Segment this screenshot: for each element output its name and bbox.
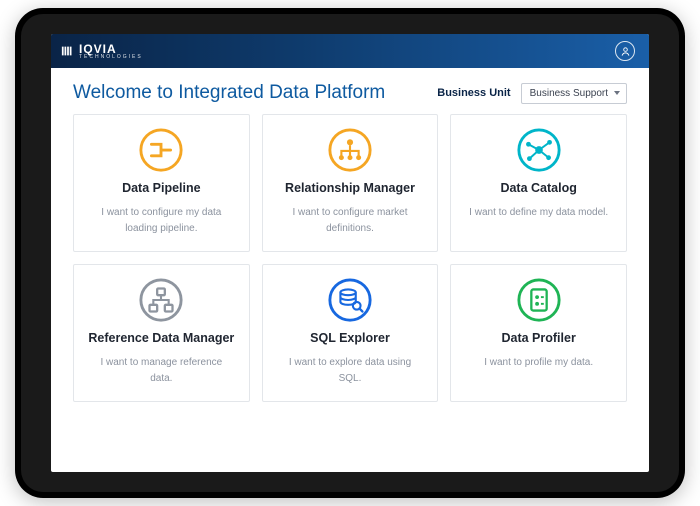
- card-desc: I want to manage reference data.: [84, 355, 239, 387]
- business-unit-select[interactable]: Business Support: [521, 83, 627, 104]
- card-title: SQL Explorer: [273, 331, 428, 345]
- card-title: Data Catalog: [461, 181, 616, 195]
- business-unit-label: Business Unit: [437, 87, 510, 99]
- business-unit-group: Business Unit Business Support: [437, 83, 627, 104]
- profiler-icon: [516, 277, 562, 323]
- pipeline-icon: [138, 127, 184, 173]
- card-desc: I want to explore data using SQL.: [273, 355, 428, 387]
- card-reference-data-manager[interactable]: Reference Data Manager I want to manage …: [73, 264, 250, 402]
- card-data-pipeline[interactable]: Data Pipeline I want to configure my dat…: [73, 114, 250, 252]
- sql-icon: [327, 277, 373, 323]
- card-desc: I want to profile my data.: [461, 355, 616, 371]
- org-icon: [327, 127, 373, 173]
- topbar: IQVIA TECHNOLOGIES: [51, 34, 649, 68]
- card-desc: I want to configure market definitions.: [273, 205, 428, 237]
- card-data-profiler[interactable]: Data Profiler I want to profile my data.: [450, 264, 627, 402]
- card-title: Relationship Manager: [273, 181, 428, 195]
- user-icon: [620, 46, 631, 57]
- hierarchy-icon: [138, 277, 184, 323]
- user-avatar[interactable]: [615, 41, 635, 61]
- brand-icon: [61, 44, 75, 58]
- tablet-bezel: IQVIA TECHNOLOGIES Welcome to Integrated…: [21, 14, 679, 492]
- card-title: Data Profiler: [461, 331, 616, 345]
- business-unit-selected: Business Support: [530, 88, 608, 99]
- network-icon: [516, 127, 562, 173]
- content: Welcome to Integrated Data Platform Busi…: [51, 68, 649, 472]
- tablet-frame: IQVIA TECHNOLOGIES Welcome to Integrated…: [15, 8, 685, 498]
- card-desc: I want to configure my data loading pipe…: [84, 205, 239, 237]
- card-title: Reference Data Manager: [84, 331, 239, 345]
- card-desc: I want to define my data model.: [461, 205, 616, 221]
- brand: IQVIA TECHNOLOGIES: [61, 43, 143, 60]
- brand-main: IQVIA: [79, 43, 143, 55]
- header-row: Welcome to Integrated Data Platform Busi…: [73, 82, 627, 104]
- brand-sub: TECHNOLOGIES: [79, 55, 143, 60]
- card-relationship-manager[interactable]: Relationship Manager I want to configure…: [262, 114, 439, 252]
- page-title: Welcome to Integrated Data Platform: [73, 82, 385, 104]
- card-title: Data Pipeline: [84, 181, 239, 195]
- card-sql-explorer[interactable]: SQL Explorer I want to explore data usin…: [262, 264, 439, 402]
- cards-grid: Data Pipeline I want to configure my dat…: [73, 114, 627, 402]
- screen: IQVIA TECHNOLOGIES Welcome to Integrated…: [51, 34, 649, 472]
- card-data-catalog[interactable]: Data Catalog I want to define my data mo…: [450, 114, 627, 252]
